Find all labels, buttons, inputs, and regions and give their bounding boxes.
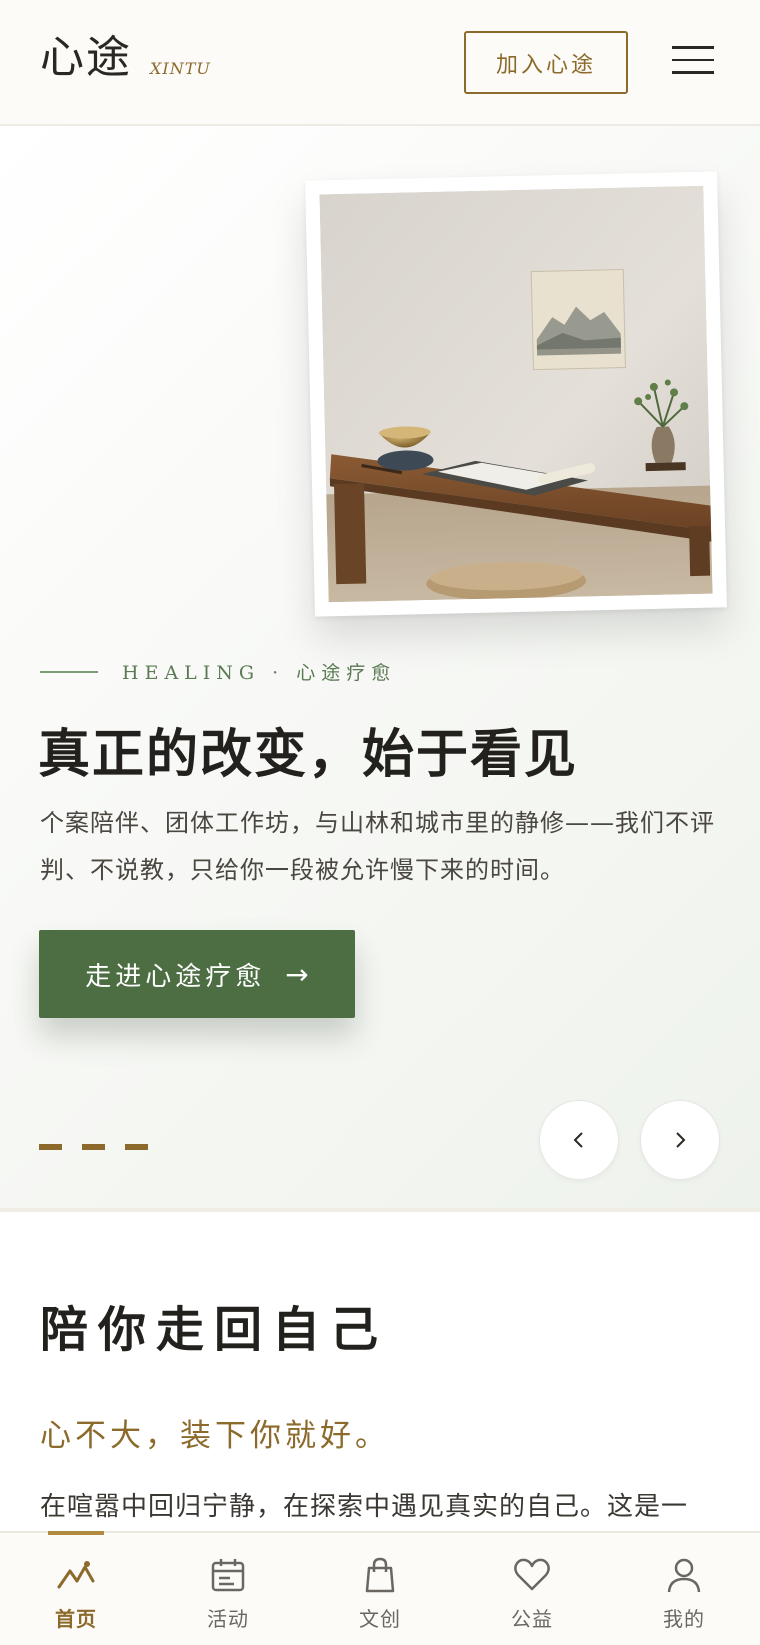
bottom-tab-bar: 首页 活动 文创 公益 我的 bbox=[0, 1531, 760, 1645]
hero-eyebrow: HEALING · 心途疗愈 bbox=[40, 658, 396, 685]
arrow-right-icon: → bbox=[285, 957, 309, 991]
chevron-right-icon bbox=[676, 1132, 686, 1148]
tab-creative-goods[interactable]: 文创 bbox=[304, 1533, 456, 1645]
tab-home[interactable]: 首页 bbox=[0, 1531, 152, 1645]
tab-profile[interactable]: 我的 bbox=[608, 1533, 760, 1645]
hero-title: 真正的改变，始于看见 bbox=[38, 724, 579, 785]
shopping-bag-icon bbox=[365, 1557, 395, 1593]
tab-charity[interactable]: 公益 bbox=[456, 1533, 608, 1645]
carousel-indicator[interactable] bbox=[82, 1144, 105, 1150]
hero-carousel: HEALING · 心途疗愈 真正的改变，始于看见 个案陪伴、团体工作坊，与山林… bbox=[0, 126, 760, 1212]
section-body: 在喧嚣中回归宁静，在探索中遇见真实的自己。这是一 bbox=[40, 1492, 689, 1522]
tab-label: 文创 bbox=[359, 1607, 401, 1631]
active-tab-indicator bbox=[48, 1531, 104, 1535]
hero-description: 个案陪伴、团体工作坊，与山林和城市里的静修——我们不评判、不说教，只给你一段被允… bbox=[40, 809, 715, 884]
carousel-next-button[interactable] bbox=[640, 1100, 720, 1180]
brand-logo[interactable]: 心途 XINTU bbox=[40, 36, 211, 80]
hero-image bbox=[319, 185, 713, 603]
enter-healing-button[interactable]: 走进心途疗愈 → bbox=[39, 930, 355, 1018]
tab-label: 活动 bbox=[207, 1607, 249, 1631]
brand-name: 心途 bbox=[40, 32, 132, 83]
cta-label: 走进心途疗愈 bbox=[85, 961, 266, 992]
carousel-prev-button[interactable] bbox=[539, 1100, 619, 1180]
eyebrow-divider bbox=[40, 670, 98, 673]
carousel-indicator[interactable] bbox=[125, 1144, 148, 1150]
tab-label: 公益 bbox=[511, 1607, 553, 1631]
eyebrow-text: HEALING · 心途疗愈 bbox=[122, 662, 397, 684]
section-title: 陪你走回自己 bbox=[40, 1302, 389, 1358]
carousel-indicator[interactable] bbox=[39, 1144, 62, 1150]
hero-photo-frame bbox=[305, 171, 727, 617]
user-icon bbox=[667, 1558, 701, 1593]
brand-name-en: XINTU bbox=[150, 59, 211, 78]
chevron-left-icon bbox=[573, 1132, 583, 1148]
tab-label: 我的 bbox=[663, 1607, 705, 1631]
hamburger-menu-icon[interactable] bbox=[672, 46, 714, 76]
join-button[interactable]: 加入心途 bbox=[464, 31, 628, 94]
top-header: 心途 XINTU 加入心途 bbox=[0, 0, 760, 126]
tab-activities[interactable]: 活动 bbox=[152, 1533, 304, 1645]
mountain-icon bbox=[57, 1561, 95, 1589]
calendar-icon bbox=[211, 1559, 245, 1592]
heart-icon bbox=[514, 1558, 550, 1591]
carousel-indicators bbox=[39, 1144, 168, 1150]
tab-label: 首页 bbox=[55, 1607, 97, 1631]
section-subtitle: 心不大，装下你就好。 bbox=[40, 1418, 390, 1454]
